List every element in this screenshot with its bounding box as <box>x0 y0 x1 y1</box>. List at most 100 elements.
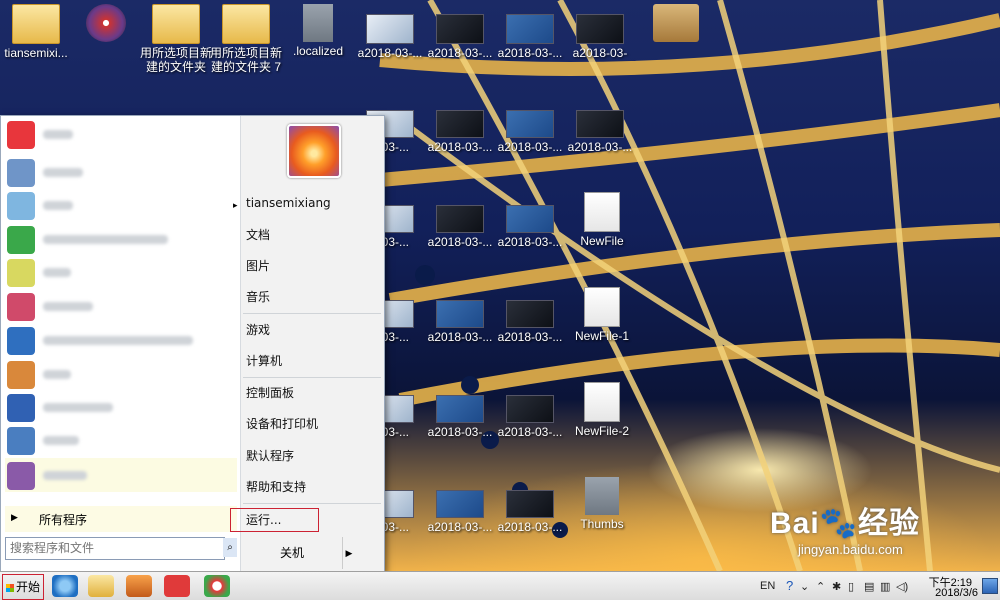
desktop-icon-label: a2018-03-... <box>497 330 563 344</box>
netease-music-icon[interactable] <box>164 575 190 597</box>
start-item-control-panel[interactable]: 控制面板 <box>246 382 381 404</box>
start-search-box[interactable] <box>5 537 225 560</box>
document-icon <box>584 382 620 422</box>
watermark-brand: Bai <box>770 507 820 540</box>
desktop-icon-disc[interactable] <box>70 4 142 44</box>
start-button[interactable]: 开始 <box>2 574 44 600</box>
network-icon[interactable]: ▥ <box>880 580 890 593</box>
image-thumbnail-icon <box>506 395 554 423</box>
desktop-icon-network-package[interactable] <box>640 4 712 44</box>
thumbs-file-icon <box>585 477 619 515</box>
desktop-icon-image[interactable]: a2018-03-... <box>424 490 496 534</box>
desktop-icon-image[interactable]: a2018-03-... <box>424 300 496 344</box>
media-player-red-icon <box>7 121 35 149</box>
image-thumbnail-icon <box>506 110 554 138</box>
desktop-icon-newfile[interactable]: NewFile <box>566 192 638 248</box>
desktop-icon-image[interactable]: a2018-03-... <box>494 395 566 439</box>
desktop-icon-newfile-2[interactable]: NewFile-2 <box>566 382 638 438</box>
user-avatar[interactable] <box>287 124 341 178</box>
start-item-games[interactable]: 游戏 <box>246 319 381 341</box>
divider <box>243 313 381 314</box>
document-icon <box>584 287 620 327</box>
start-program-item[interactable] <box>5 224 237 254</box>
file-explorer-icon[interactable] <box>88 575 114 597</box>
desktop-icon-image[interactable]: a2018-03-... <box>494 205 566 249</box>
media-player-red-icon[interactable] <box>204 575 230 597</box>
desktop-icon-image[interactable]: a2018-03-... <box>494 110 566 154</box>
start-program-item[interactable] <box>5 257 237 287</box>
user-folder-icon <box>12 4 60 44</box>
triangle-right-icon: ▸ <box>233 200 238 210</box>
media-player-icon[interactable] <box>126 575 152 597</box>
start-item-music[interactable]: 音乐 <box>246 286 381 308</box>
help-icon[interactable]: ? <box>786 578 793 593</box>
desktop-icon-localized[interactable]: .localized <box>282 4 354 58</box>
desktop-icon-label: a2018-03-... <box>427 46 493 60</box>
search-input[interactable] <box>10 539 210 556</box>
start-program-item[interactable] <box>5 119 237 149</box>
sticky-app-icon <box>7 192 35 220</box>
disc-shortcut-icon <box>86 4 126 42</box>
desktop-icon-user-folder[interactable]: tiansemixi... <box>0 4 72 60</box>
image-thumbnail-icon <box>436 110 484 138</box>
start-item-help-support[interactable]: 帮助和支持 <box>246 476 381 498</box>
desktop-icon-image[interactable]: a2018-03-... <box>564 110 636 154</box>
start-item-run[interactable]: 运行... <box>230 508 319 532</box>
desktop-icon-label: NewFile-1 <box>574 329 629 343</box>
divider <box>243 377 381 378</box>
desktop-icon-new-folder[interactable]: 用所选项目新建的文件夹 <box>140 4 212 74</box>
desktop-icon-thumbs[interactable]: Thumbs <box>566 477 638 531</box>
shutdown-button[interactable]: 关机 <box>242 537 342 569</box>
start-program-item[interactable] <box>5 157 237 187</box>
desktop-icon-label: a2018-03-... <box>497 520 563 534</box>
start-program-item[interactable] <box>5 425 237 455</box>
start-program-item[interactable] <box>5 291 237 321</box>
desktop-icon-image[interactable]: a2018-03-... <box>494 490 566 534</box>
desktop-icon-image[interactable]: a2018-03- <box>564 14 636 60</box>
language-indicator[interactable]: EN <box>760 580 775 592</box>
baidu-jingyan-watermark: Bai🐾经验 jingyan.baidu.com <box>770 498 920 557</box>
desktop-icon-image[interactable]: a2018-03-... <box>424 110 496 154</box>
desktop-icon-image[interactable]: a2018-03-... <box>424 395 496 439</box>
start-program-item[interactable] <box>5 458 237 492</box>
desktop-icon-image[interactable]: a2018-03-... <box>494 300 566 344</box>
desktop-icon-label: a2018-03-... <box>427 140 493 154</box>
desktop-icon-label: a2018-03-... <box>427 330 493 344</box>
shutdown-options-arrow-icon[interactable]: ▶ <box>342 537 355 569</box>
start-item-devices-printers[interactable]: 设备和打印机 <box>246 413 381 435</box>
desktop-icon-newfile-1[interactable]: NewFile-1 <box>566 287 638 343</box>
clock-date[interactable]: 2018/3/6 <box>935 587 978 599</box>
start-program-item[interactable] <box>5 325 237 355</box>
desktop-icon-label: NewFile <box>580 234 624 248</box>
desktop-icon-image[interactable]: a2018-03-... <box>354 14 426 60</box>
desktop-icon-new-folder-7[interactable]: 用所选项目新建的文件夹 7 <box>210 4 282 74</box>
start-program-item[interactable] <box>5 190 237 220</box>
start-program-item[interactable] <box>5 359 237 389</box>
image-thumbnail-icon <box>366 14 414 44</box>
bluetooth-icon[interactable]: ✱ <box>832 580 841 593</box>
printer-icon[interactable]: ▤ <box>864 580 874 593</box>
start-item-default-programs[interactable]: 默认程序 <box>246 445 381 467</box>
start-menu-right-pane: ▸ tiansemixiang 文档 图片 音乐 游戏 计算机 控制面板 设备和… <box>230 116 384 572</box>
start-item-documents[interactable]: 文档 <box>246 224 381 246</box>
chevron-down-icon[interactable]: ⌄ <box>800 580 809 593</box>
show-desktop-icon[interactable] <box>982 578 998 594</box>
start-menu: ▶ 所有程序 ⌕ ▸ tiansemixiang 文档 图片 音乐 游戏 计算机… <box>0 115 385 573</box>
desktop-icon-image[interactable]: a2018-03-... <box>424 205 496 249</box>
all-programs-button[interactable]: ▶ 所有程序 <box>5 506 237 532</box>
start-item-pictures[interactable]: 图片 <box>246 255 381 277</box>
desktop-icon-image[interactable]: a2018-03-... <box>424 14 496 60</box>
image-thumbnail-icon <box>436 395 484 423</box>
usb-icon[interactable]: ▯ <box>848 580 854 593</box>
desktop-icon-label: a2018-03-... <box>497 46 563 60</box>
start-program-item[interactable] <box>5 392 237 422</box>
volume-icon[interactable]: ◁) <box>896 580 908 593</box>
divider <box>243 503 381 504</box>
show-hidden-icons-icon[interactable]: ⌃ <box>816 580 825 593</box>
start-item-user[interactable]: tiansemixiang <box>246 192 381 214</box>
desktop-icon-image[interactable]: a2018-03-... <box>494 14 566 60</box>
internet-download-manager-icon <box>7 327 35 355</box>
start-item-computer[interactable]: 计算机 <box>246 350 381 372</box>
search-icon[interactable]: ⌕ <box>223 538 237 557</box>
internet-explorer-icon[interactable] <box>52 575 78 597</box>
